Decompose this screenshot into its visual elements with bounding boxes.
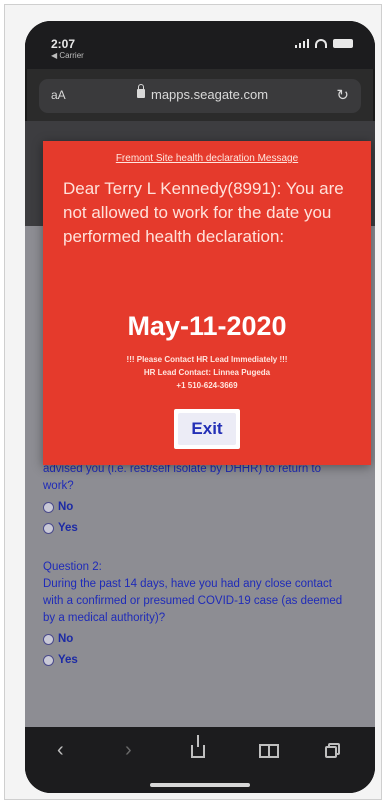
browser-toolbar: ‹ › xyxy=(25,727,375,793)
radio-icon[interactable] xyxy=(43,502,54,513)
declaration-date: May-11-2020 xyxy=(127,311,287,341)
question-2-title: Question 2: xyxy=(43,561,102,573)
text-size-button[interactable]: aA xyxy=(51,88,66,102)
q1-option-no[interactable]: No xyxy=(43,499,343,516)
option-label: Yes xyxy=(58,522,78,534)
exit-button[interactable]: Exit xyxy=(178,413,236,445)
status-bar: 2:07 ◀ Carrier xyxy=(25,21,375,69)
status-time: 2:07 xyxy=(51,37,76,51)
battery-icon xyxy=(333,39,353,48)
option-label: Yes xyxy=(58,654,78,666)
status-carrier: ◀ Carrier xyxy=(51,51,84,60)
hr-contact-info: !!! Please Contact HR Lead Immediately !… xyxy=(53,353,361,392)
contact-line-1: !!! Please Contact HR Lead Immediately !… xyxy=(126,355,288,364)
modal-message: Dear Terry L Kennedy(8991): You are not … xyxy=(63,179,344,246)
url-text[interactable]: mapps.seagate.com xyxy=(151,87,268,102)
screenshot-frame: 2:07 ◀ Carrier aA mapps.seagate.com ↻ ad… xyxy=(4,4,382,800)
status-icons xyxy=(295,39,353,48)
health-form: advised you (i.e. rest/self isolate by D… xyxy=(43,461,343,669)
option-label: No xyxy=(58,633,74,645)
radio-icon[interactable] xyxy=(43,655,54,666)
radio-icon[interactable] xyxy=(43,523,54,534)
q2-option-no[interactable]: No xyxy=(43,631,343,648)
tabs-icon xyxy=(325,743,341,759)
address-bar[interactable]: aA mapps.seagate.com ↻ xyxy=(39,79,361,113)
home-indicator[interactable] xyxy=(150,783,250,787)
bookmarks-button[interactable] xyxy=(259,739,279,758)
wifi-icon xyxy=(315,39,327,48)
share-button[interactable] xyxy=(191,735,205,758)
question-2-text: During the past 14 days, have you had an… xyxy=(43,578,343,624)
reload-icon[interactable]: ↻ xyxy=(336,86,349,104)
back-button[interactable]: ‹ xyxy=(57,739,64,762)
tabs-button[interactable] xyxy=(325,739,341,759)
book-icon xyxy=(259,744,279,758)
q1-option-yes[interactable]: Yes xyxy=(43,520,343,537)
modal-title: Fremont Site health declaration Message xyxy=(115,153,299,164)
q2-option-yes[interactable]: Yes xyxy=(43,652,343,669)
option-label: No xyxy=(58,501,74,513)
radio-icon[interactable] xyxy=(43,634,54,645)
question-1-text: advised you (i.e. rest/self isolate by D… xyxy=(43,463,322,492)
forward-button[interactable]: › xyxy=(125,739,132,762)
contact-line-3: +1 510-624-3669 xyxy=(176,381,238,390)
lock-icon xyxy=(137,84,145,98)
phone-screen: 2:07 ◀ Carrier aA mapps.seagate.com ↻ ad… xyxy=(25,21,375,793)
declaration-modal: Fremont Site health declaration Message … xyxy=(43,141,371,465)
share-icon xyxy=(191,735,205,758)
contact-line-2: HR Lead Contact: Linnea Pugeda xyxy=(143,368,271,377)
exit-button-frame: Exit xyxy=(174,409,240,449)
signal-icon xyxy=(295,39,309,48)
